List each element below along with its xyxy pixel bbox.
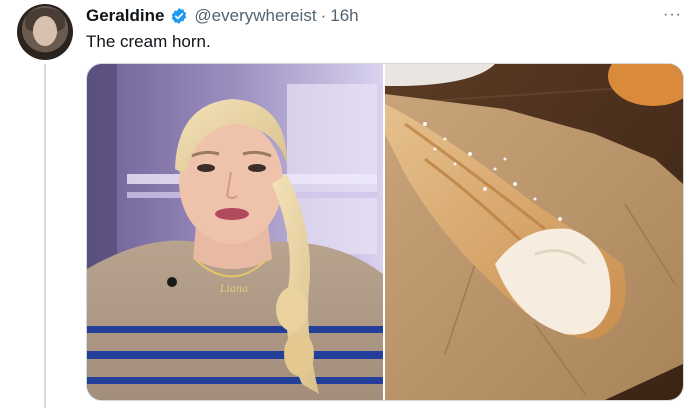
photo-woman[interactable]: Liana	[87, 64, 383, 400]
verified-badge-icon	[170, 7, 188, 25]
thread-line	[44, 64, 46, 408]
photo-cream-horn[interactable]	[385, 64, 683, 400]
necklace-text: Liana	[219, 284, 248, 295]
avatar-face	[33, 16, 57, 46]
avatar[interactable]	[17, 4, 73, 60]
more-options-icon[interactable]: ···	[663, 6, 682, 24]
tweet-timestamp[interactable]: 16h	[330, 6, 358, 26]
author-handle[interactable]: @everywhereist	[194, 6, 316, 26]
tweet[interactable]: Geraldine @everywhereist · 16h ··· The c…	[0, 0, 700, 408]
author-name[interactable]: Geraldine	[86, 6, 164, 26]
tweet-header: Geraldine @everywhereist · 16h	[86, 4, 359, 28]
separator-dot: ·	[320, 6, 327, 25]
tweet-text: The cream horn.	[86, 32, 211, 51]
media-grid: Liana	[86, 63, 684, 401]
